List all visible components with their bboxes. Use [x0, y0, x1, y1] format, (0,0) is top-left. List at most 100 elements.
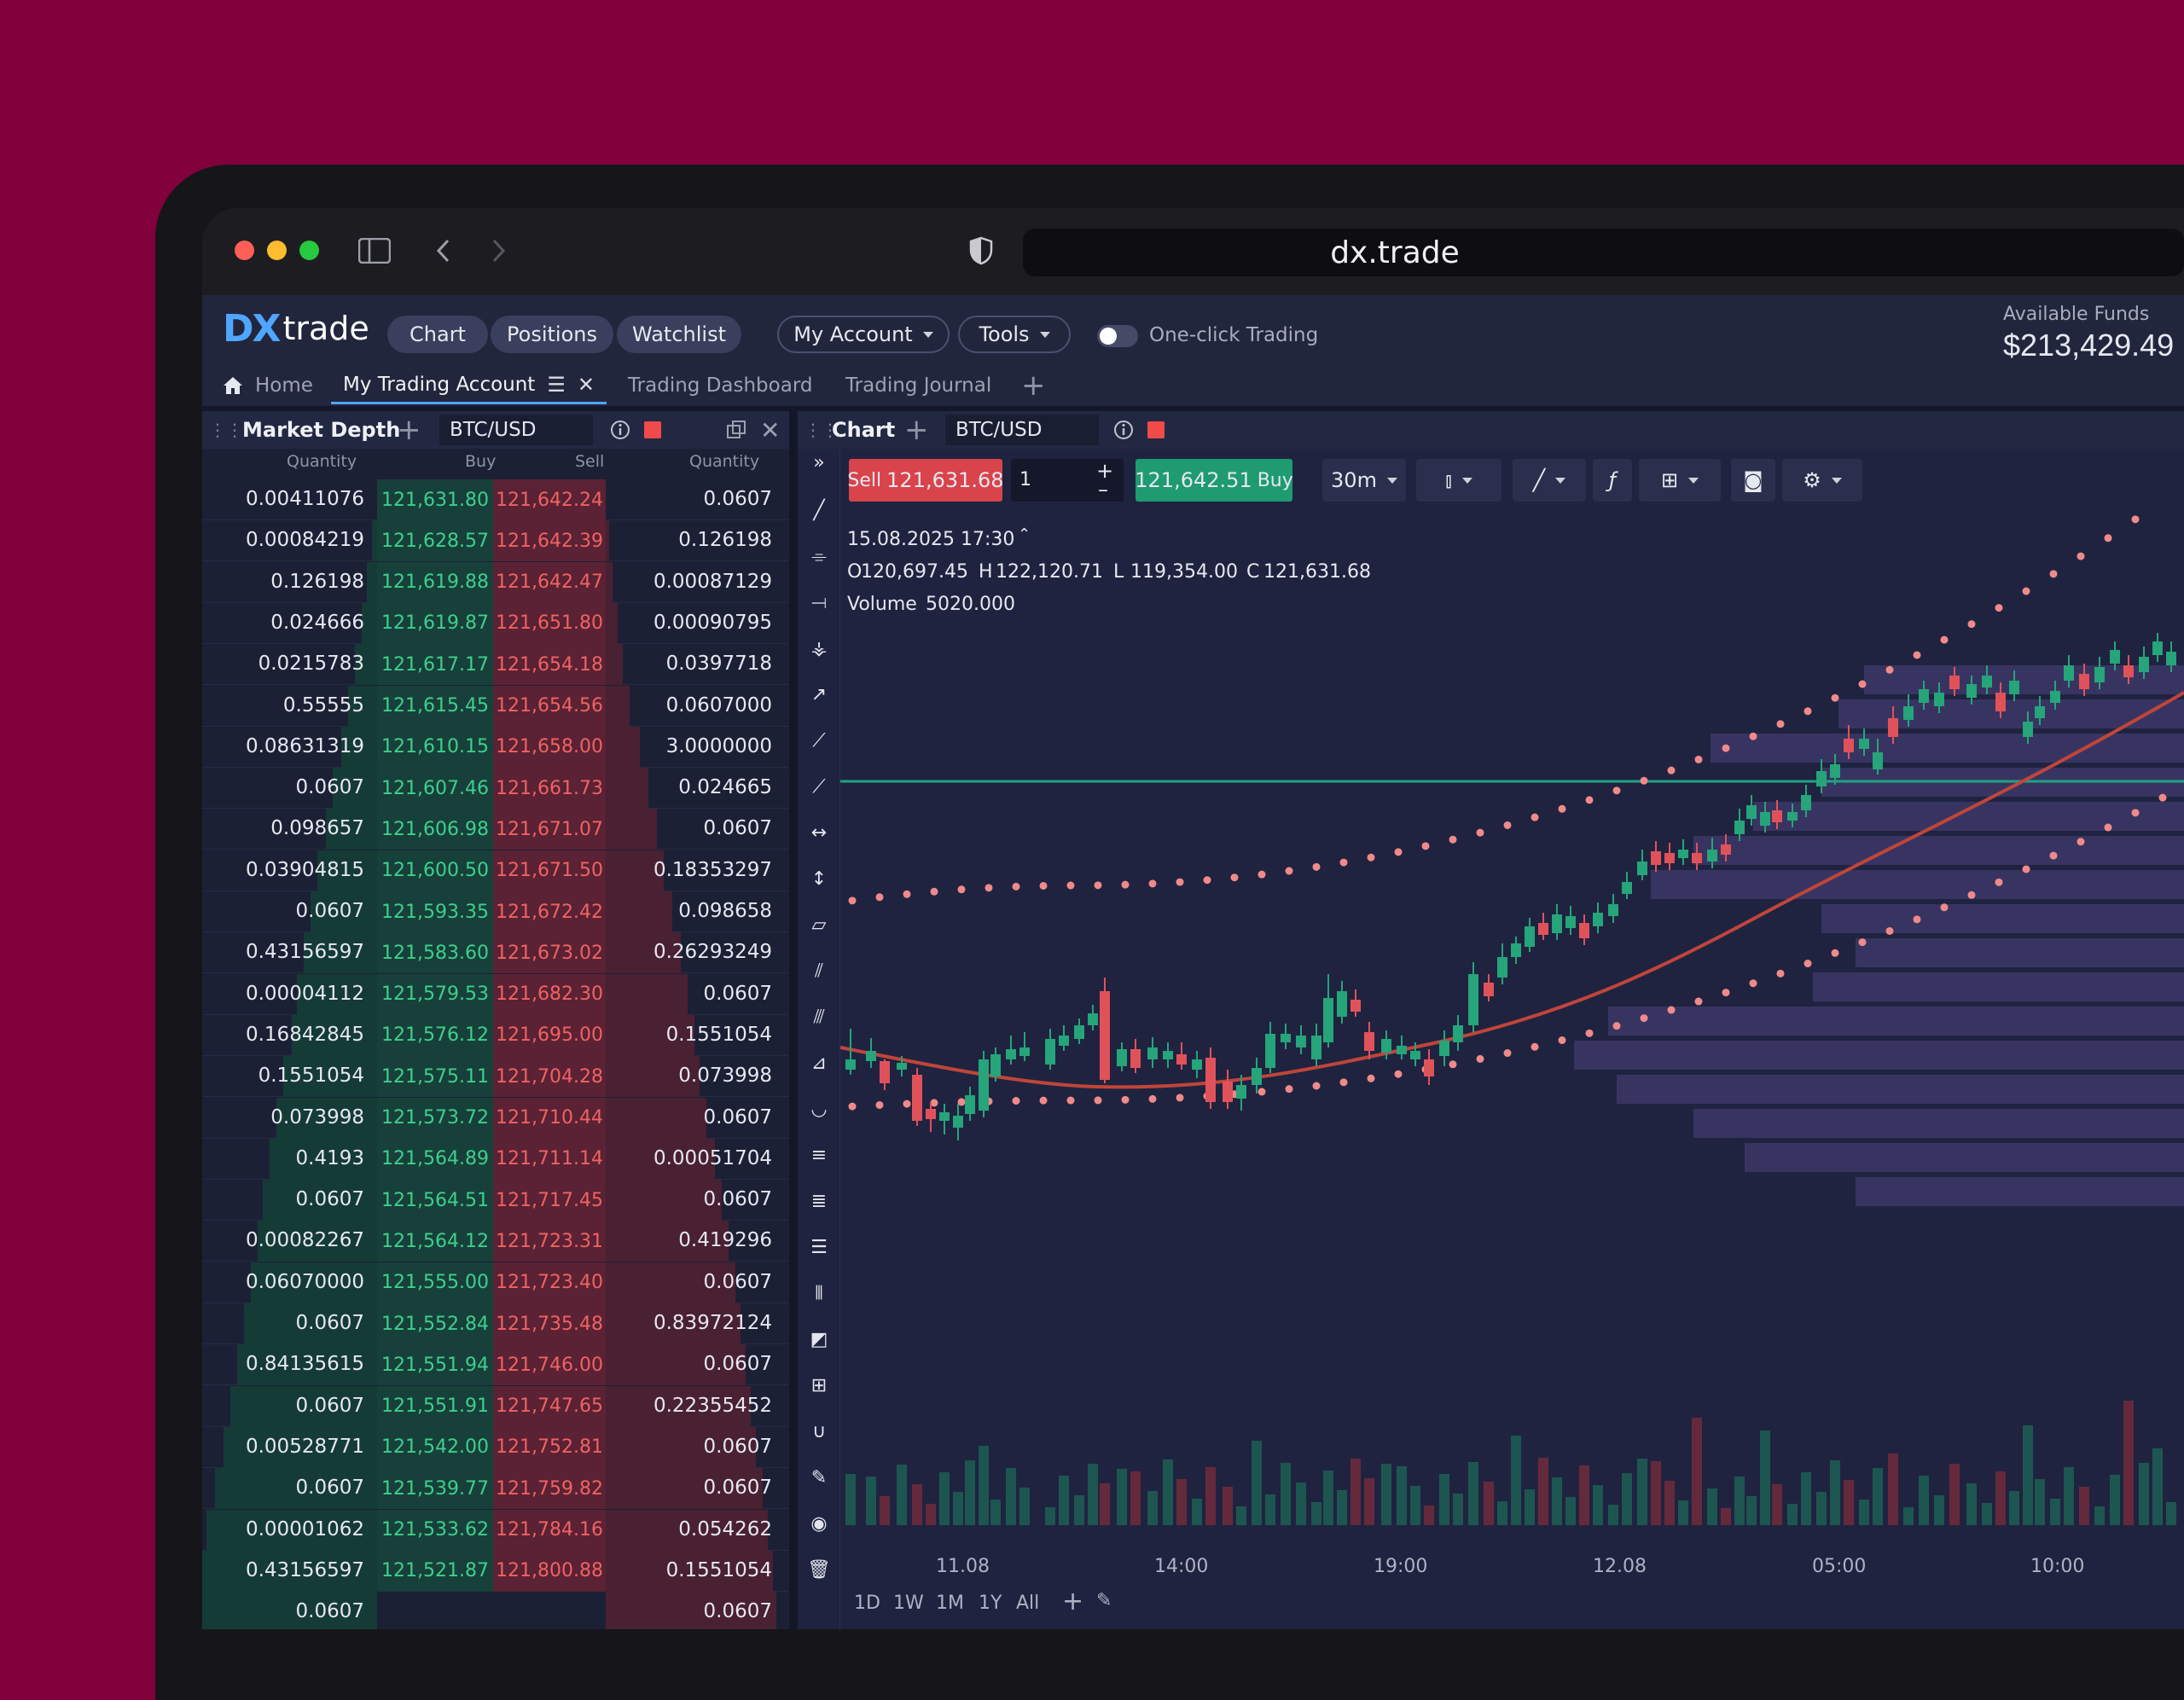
parallel-channel-icon[interactable]: ⫽ [804, 957, 834, 986]
sell-button[interactable]: Sell 121,631.68 [847, 459, 1004, 502]
tab-trading-journal[interactable]: Trading Journal [845, 367, 991, 404]
indicator-tool-icon[interactable]: ⫴ [804, 1279, 834, 1308]
menu-icon[interactable]: ☰ [547, 373, 566, 397]
dxtrade-logo[interactable]: DX trade [223, 307, 369, 351]
timeframe-select[interactable]: 30m [1322, 459, 1406, 502]
depth-row[interactable]: 0.84135615 121,551.94 121,746.00 0.0607 [202, 1344, 789, 1386]
depth-row[interactable]: 0.43156597 121,583.60 121,673.02 0.26293249 [202, 932, 789, 974]
drag-handle-icon[interactable]: ⋮⋮ [209, 420, 243, 440]
depth-row[interactable]: 0.098657 121,606.98 121,671.07 0.0607 [202, 809, 789, 850]
decrement-icon[interactable]: – [1098, 478, 1108, 502]
tools-menu[interactable]: Tools [958, 316, 1071, 353]
buy-button[interactable]: 121,642.51 Buy [1135, 459, 1293, 502]
edit-periods-icon[interactable]: ✎ [1096, 1590, 1112, 1611]
price-chart[interactable] [840, 513, 2184, 1627]
depth-row[interactable]: 0.55555 121,615.45 121,654.56 0.0607000 [202, 685, 789, 727]
chart-type-select[interactable]: ⫾ [1416, 459, 1502, 502]
depth-row[interactable]: 0.126198 121,619.88 121,642.47 0.00087129 [202, 561, 789, 603]
period-1w-button[interactable]: 1W [893, 1593, 924, 1614]
add-chart-icon[interactable]: + [904, 411, 929, 449]
back-icon[interactable] [431, 237, 456, 264]
ray-tool-icon[interactable]: ⟋ [804, 773, 834, 802]
my-account-menu[interactable]: My Account [777, 316, 950, 353]
depth-row[interactable]: 0.0607 121,564.51 121,717.45 0.0607 [202, 1180, 789, 1221]
fib-extension-icon[interactable]: ≣ [804, 1187, 834, 1216]
tab-home[interactable]: Home [223, 367, 313, 404]
link-color-indicator[interactable] [644, 421, 661, 438]
period-all-button[interactable]: All [1016, 1593, 1039, 1614]
depth-row[interactable]: 0.08631319 121,610.15 121,658.00 3.0000000 [202, 726, 789, 768]
depth-row[interactable]: 0.4193 121,564.89 121,711.14 0.00051704 [202, 1138, 789, 1180]
maximize-window-button[interactable] [299, 241, 319, 260]
depth-row[interactable]: 0.00082267 121,564.12 121,723.31 0.419296 [202, 1221, 789, 1262]
drawing-select[interactable]: ╱ [1513, 459, 1586, 502]
chart-symbol-input[interactable]: BTC/USD [945, 415, 1099, 445]
arc-tool-icon[interactable]: ◡ [804, 1095, 834, 1124]
pitchfork-icon[interactable]: ⚶ [804, 635, 834, 664]
depth-row[interactable]: 0.00004112 121,579.53 121,682.30 0.0607 [202, 973, 789, 1015]
collapse-icon[interactable]: ⌃ [1018, 525, 1031, 543]
trash-icon[interactable]: 🗑 [804, 1556, 834, 1585]
shape-tool-icon[interactable]: ⌯ [804, 542, 834, 572]
depth-row[interactable]: 0.024666 121,619.87 121,651.80 0.00090795 [202, 602, 789, 644]
close-panel-icon[interactable]: ✕ [760, 416, 780, 444]
horizontal-ray-icon[interactable]: ⟞ [804, 589, 834, 618]
one-click-trading-toggle[interactable] [1097, 325, 1138, 347]
add-period-icon[interactable]: + [1062, 1587, 1083, 1616]
extended-line-icon[interactable]: ⟋ [804, 727, 834, 756]
minimize-window-button[interactable] [267, 241, 287, 260]
depth-row[interactable]: 0.16842845 121,576.12 121,695.00 0.1551054 [202, 1014, 789, 1056]
close-tab-icon[interactable]: ✕ [578, 373, 595, 397]
expand-tools-icon[interactable]: » [804, 449, 834, 478]
depth-row[interactable]: 0.43156597 121,521.87 121,800.88 0.1551054 [202, 1550, 789, 1592]
nav-watchlist-button[interactable]: Watchlist [617, 316, 741, 353]
quantity-stepper[interactable]: 1 + – [1011, 459, 1124, 502]
measure-tool-icon[interactable]: ◩ [804, 1326, 834, 1355]
indicators-button[interactable]: ƒ [1593, 459, 1632, 502]
depth-row[interactable]: 0.073998 121,573.72 121,710.44 0.0607 [202, 1097, 789, 1139]
tab-trading-dashboard[interactable]: Trading Dashboard [628, 367, 812, 404]
sidebar-icon[interactable] [357, 237, 392, 264]
nav-chart-button[interactable]: Chart [387, 316, 488, 353]
depth-row[interactable]: 0.1551054 121,575.11 121,704.28 0.073998 [202, 1056, 789, 1098]
parallelogram-icon[interactable]: ▱ [804, 911, 834, 940]
horizontal-line-icon[interactable]: ↔ [804, 819, 834, 848]
panel-splitter[interactable] [789, 411, 798, 1629]
link-color-indicator[interactable] [1147, 421, 1165, 438]
depth-row[interactable]: 0.0607 121,607.46 121,661.73 0.024665 [202, 768, 789, 809]
depth-row[interactable]: 0.0607 0.0607 [202, 1592, 789, 1629]
grid-tool-icon[interactable]: ⊞ [804, 1372, 834, 1401]
depth-row[interactable]: 0.03904815 121,600.50 121,671.50 0.18353297 [202, 850, 789, 891]
depth-row[interactable]: 0.00528771 121,542.00 121,752.81 0.0607 [202, 1426, 789, 1468]
trend-line-icon[interactable]: ╱ [804, 496, 834, 525]
info-icon[interactable] [610, 420, 630, 444]
add-tab-icon[interactable]: + [1021, 367, 1046, 404]
popout-icon[interactable] [726, 420, 746, 444]
depth-row[interactable]: 0.0607 121,551.91 121,747.65 0.22355452 [202, 1385, 789, 1427]
arrow-tool-icon[interactable]: ↗ [804, 681, 834, 710]
nav-positions-button[interactable]: Positions [491, 316, 613, 353]
vertical-line-icon[interactable]: ↕ [804, 865, 834, 894]
screenshot-button[interactable]: ◙ [1731, 459, 1775, 502]
fan-tool-icon[interactable]: ⊿ [804, 1049, 834, 1078]
depth-row[interactable]: 0.0607 121,593.35 121,672.42 0.098658 [202, 891, 789, 932]
period-1y-button[interactable]: 1Y [979, 1593, 1002, 1614]
regression-channel-icon[interactable]: ⫻ [804, 1003, 834, 1032]
depth-row[interactable]: 0.0607 121,552.84 121,735.48 0.83972124 [202, 1303, 789, 1344]
forward-icon[interactable] [485, 237, 511, 264]
settings-select[interactable]: ⚙ [1782, 459, 1862, 502]
depth-row[interactable]: 0.00001062 121,533.62 121,784.16 0.054262 [202, 1509, 789, 1551]
fib-retracement-icon[interactable]: ≡ [804, 1141, 834, 1170]
depth-row[interactable]: 0.0607 121,539.77 121,759.82 0.0607 [202, 1468, 789, 1510]
pencil-icon[interactable]: ✎ [804, 1464, 834, 1493]
layout-select[interactable]: ⊞ [1639, 459, 1721, 502]
close-window-button[interactable] [235, 241, 254, 260]
fib-fan-icon[interactable]: ☰ [804, 1233, 834, 1262]
tab-my-trading-account[interactable]: My Trading Account ☰ ✕ [331, 367, 607, 404]
period-1d-button[interactable]: 1D [854, 1593, 880, 1614]
period-1m-button[interactable]: 1M [936, 1593, 964, 1614]
market-depth-symbol-input[interactable]: BTC/USD [439, 415, 593, 445]
add-symbol-icon[interactable]: + [397, 411, 421, 449]
magnet-icon[interactable]: ∪ [804, 1418, 834, 1447]
info-icon[interactable] [1113, 420, 1134, 444]
